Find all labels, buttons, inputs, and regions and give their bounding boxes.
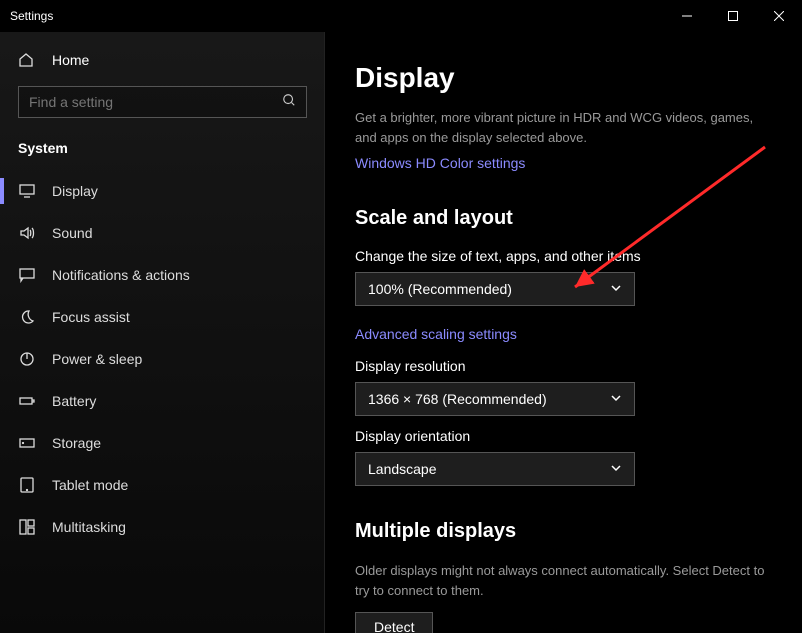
- close-button[interactable]: [756, 0, 802, 32]
- sidebar: Home System Display Sound Notification: [0, 32, 325, 633]
- chat-icon: [18, 267, 36, 283]
- sidebar-item-power-sleep[interactable]: Power & sleep: [0, 338, 325, 380]
- sidebar-item-multitasking[interactable]: Multitasking: [0, 506, 325, 548]
- multiple-displays-description: Older displays might not always connect …: [355, 561, 772, 600]
- moon-icon: [18, 309, 36, 325]
- multiple-displays-heading: Multiple displays: [355, 520, 772, 543]
- content-pane: Display Get a brighter, more vibrant pic…: [325, 32, 802, 633]
- minimize-button[interactable]: [664, 0, 710, 32]
- search-input[interactable]: [29, 94, 282, 110]
- sidebar-item-label: Display: [52, 183, 98, 199]
- orientation-label: Display orientation: [355, 428, 772, 444]
- chevron-down-icon: [610, 461, 622, 477]
- home-icon: [18, 52, 36, 68]
- chevron-down-icon: [610, 281, 622, 297]
- hd-color-settings-link[interactable]: Windows HD Color settings: [355, 155, 525, 171]
- sidebar-item-label: Sound: [52, 225, 92, 241]
- home-label: Home: [52, 52, 89, 68]
- power-icon: [18, 351, 36, 367]
- scale-layout-heading: Scale and layout: [355, 207, 772, 230]
- titlebar: Settings: [0, 0, 802, 32]
- sidebar-item-label: Power & sleep: [52, 351, 142, 367]
- advanced-scaling-link[interactable]: Advanced scaling settings: [355, 326, 517, 342]
- orientation-dropdown[interactable]: Landscape: [355, 452, 635, 486]
- speaker-icon: [18, 225, 36, 241]
- search-icon: [282, 93, 296, 112]
- sidebar-item-label: Focus assist: [52, 309, 130, 325]
- sidebar-item-label: Multitasking: [52, 519, 126, 535]
- sidebar-item-label: Battery: [52, 393, 96, 409]
- orientation-dropdown-value: Landscape: [368, 461, 437, 477]
- sidebar-item-display[interactable]: Display: [0, 170, 325, 212]
- storage-icon: [18, 435, 36, 451]
- tablet-icon: [18, 477, 36, 493]
- sidebar-item-label: Storage: [52, 435, 101, 451]
- app-title: Settings: [10, 9, 53, 23]
- sidebar-item-storage[interactable]: Storage: [0, 422, 325, 464]
- chevron-down-icon: [610, 391, 622, 407]
- detect-button[interactable]: Detect: [355, 612, 433, 633]
- sidebar-item-tablet-mode[interactable]: Tablet mode: [0, 464, 325, 506]
- nav-list: Display Sound Notifications & actions Fo…: [0, 170, 325, 548]
- battery-icon: [18, 393, 36, 409]
- maximize-button[interactable]: [710, 0, 756, 32]
- window-controls: [664, 0, 802, 32]
- sidebar-item-label: Notifications & actions: [52, 267, 190, 283]
- sidebar-item-notifications[interactable]: Notifications & actions: [0, 254, 325, 296]
- sidebar-item-focus-assist[interactable]: Focus assist: [0, 296, 325, 338]
- resolution-label: Display resolution: [355, 358, 772, 374]
- multitask-icon: [18, 519, 36, 535]
- page-title: Display: [355, 62, 772, 94]
- sidebar-item-label: Tablet mode: [52, 477, 128, 493]
- sidebar-item-sound[interactable]: Sound: [0, 212, 325, 254]
- scale-dropdown[interactable]: 100% (Recommended): [355, 272, 635, 306]
- resolution-dropdown[interactable]: 1366 × 768 (Recommended): [355, 382, 635, 416]
- hdr-description: Get a brighter, more vibrant picture in …: [355, 108, 772, 147]
- search-box[interactable]: [18, 86, 307, 118]
- monitor-icon: [18, 183, 36, 199]
- scale-label: Change the size of text, apps, and other…: [355, 248, 772, 264]
- category-label: System: [0, 134, 325, 170]
- resolution-dropdown-value: 1366 × 768 (Recommended): [368, 391, 547, 407]
- scale-dropdown-value: 100% (Recommended): [368, 281, 512, 297]
- sidebar-item-battery[interactable]: Battery: [0, 380, 325, 422]
- home-button[interactable]: Home: [0, 42, 325, 78]
